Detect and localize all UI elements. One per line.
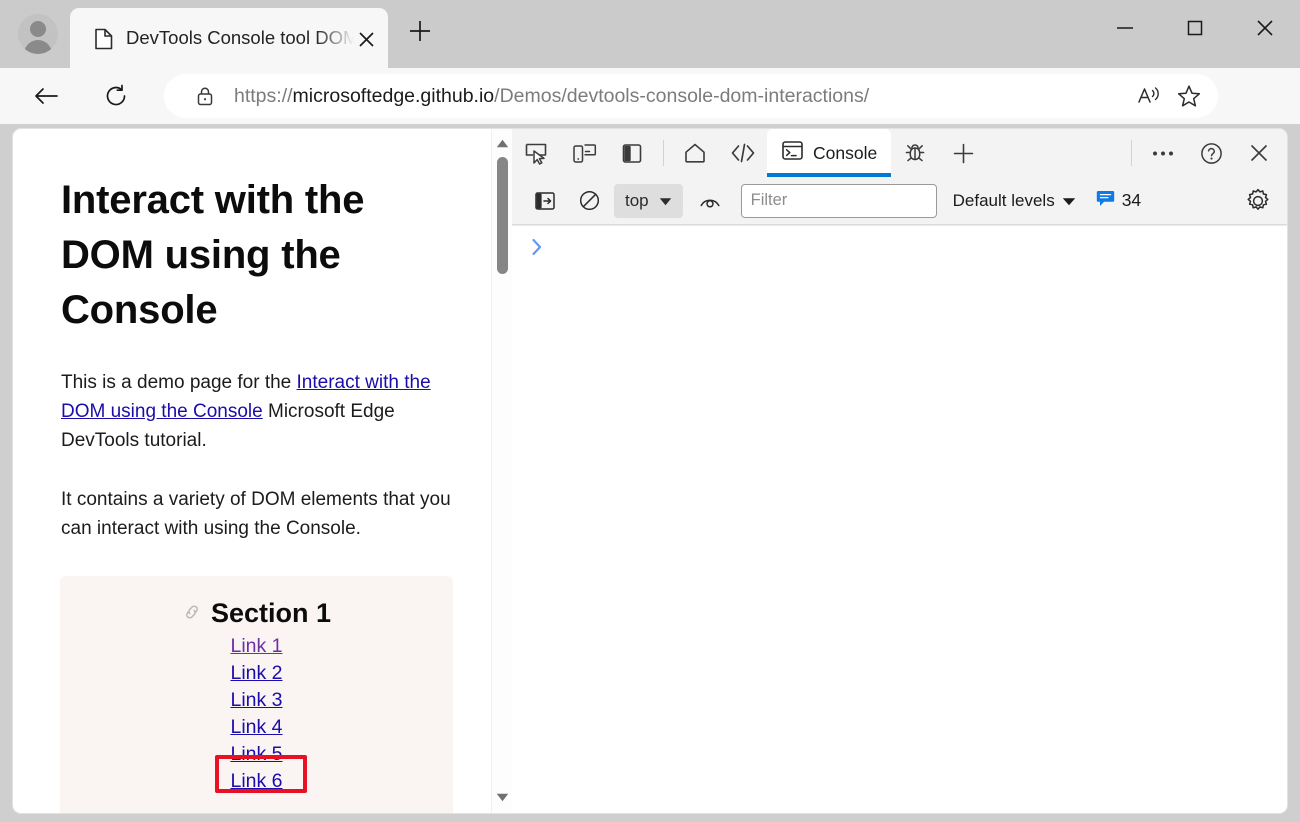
scroll-down-arrow-icon[interactable] [492, 787, 512, 807]
address-input[interactable]: https://microsoftedge.github.io/Demos/de… [164, 74, 1218, 118]
star-icon[interactable] [1172, 79, 1206, 113]
back-button[interactable] [26, 76, 66, 116]
inspect-element-icon[interactable] [516, 133, 556, 173]
devtools-panel: Console top Filter Default levels 34 [512, 128, 1288, 814]
tab-title: DevTools Console tool DOM inte [126, 27, 354, 48]
minimize-button[interactable] [1090, 0, 1160, 56]
avatar [18, 14, 58, 54]
description-paragraph: It contains a variety of DOM elements th… [61, 489, 451, 539]
url-text: https://microsoftedge.github.io/Demos/de… [234, 74, 869, 118]
execution-context-select[interactable]: top [614, 183, 683, 218]
section-link-list: Link 1 Link 2 Link 3 Link 4 Link 5 Link … [60, 633, 453, 795]
page-icon [94, 28, 114, 50]
console-output-area[interactable] [512, 225, 1287, 813]
devtools-toolbar: Console [512, 129, 1287, 177]
list-item[interactable]: Link 3 [230, 687, 282, 714]
log-levels-select[interactable]: Default levels [953, 191, 1076, 211]
url-scheme: https:// [234, 85, 293, 107]
browser-tab[interactable]: DevTools Console tool DOM inte [70, 8, 388, 68]
tab-console-label: Console [813, 142, 878, 163]
dock-side-icon[interactable] [612, 133, 652, 173]
bug-icon[interactable] [895, 133, 935, 173]
reload-icon [106, 84, 126, 106]
message-count-value: 34 [1121, 190, 1142, 210]
message-count-badge[interactable]: 34 [1096, 189, 1141, 212]
console-prompt-caret-icon [530, 237, 544, 262]
read-aloud-icon[interactable] [1132, 79, 1166, 113]
device-emulation-icon[interactable] [564, 133, 604, 173]
intro-text-before: This is a demo page for the [61, 372, 297, 393]
console-settings-button[interactable] [1237, 182, 1279, 220]
section-heading: Section 1 [60, 598, 453, 629]
window-controls [1090, 0, 1300, 56]
list-item[interactable]: Link 4 [230, 714, 282, 741]
new-tab-button[interactable] [399, 10, 441, 52]
toolbar-divider [663, 140, 664, 166]
close-button[interactable] [1230, 0, 1300, 56]
reload-button[interactable] [96, 76, 136, 116]
console-prompt-row[interactable] [530, 237, 552, 262]
more-tools-button[interactable] [943, 133, 983, 173]
list-item[interactable]: Link 2 [230, 660, 282, 687]
scrollbar-thumb[interactable] [497, 157, 508, 274]
help-question-icon[interactable] [1191, 133, 1231, 173]
ellipsis-icon [1153, 151, 1173, 155]
page-title: Interact with the DOM using the Console [61, 178, 365, 332]
tab-console[interactable]: Console [767, 129, 892, 177]
console-sidebar-icon[interactable] [526, 184, 564, 218]
section-title: Section 1 [210, 598, 332, 628]
list-item[interactable]: Link 5 [230, 741, 282, 768]
list-item[interactable]: Link 6 [230, 768, 282, 795]
close-x-icon [1250, 144, 1268, 162]
devtools-close-button[interactable] [1239, 133, 1279, 173]
chevron-down-icon [1062, 191, 1076, 211]
eye-live-expression-icon[interactable] [691, 184, 729, 218]
execution-context-label: top [625, 190, 649, 210]
back-arrow-icon [35, 88, 58, 104]
console-top-divider [512, 225, 1287, 226]
elements-code-icon[interactable] [723, 133, 763, 173]
link-anchor-icon[interactable] [182, 598, 202, 629]
tab-close-button[interactable] [353, 26, 379, 52]
browser-window: DevTools Console tool DOM inte [0, 0, 1300, 822]
log-levels-label: Default levels [952, 190, 1055, 210]
devtools-overflow-button[interactable] [1143, 133, 1183, 173]
lock-icon [194, 85, 216, 107]
console-filter-bar: top Default levels [512, 177, 1287, 225]
page-scrollbar[interactable] [491, 129, 512, 813]
title-bar: DevTools Console tool DOM inte [0, 0, 1300, 68]
console-terminal-icon [781, 139, 804, 167]
clear-console-icon[interactable] [570, 184, 608, 218]
profile-button[interactable] [12, 8, 64, 60]
intro-paragraph: This is a demo page for the Interact wit… [61, 368, 452, 455]
web-page-content: Interact with the DOM using the Console … [13, 129, 500, 813]
omnibox-actions [1132, 79, 1206, 113]
list-item[interactable]: Link 1 [230, 633, 282, 660]
address-bar: https://microsoftedge.github.io/Demos/de… [0, 68, 1300, 168]
gear-icon [1247, 188, 1269, 210]
scroll-up-arrow-icon[interactable] [492, 133, 512, 153]
url-path: /Demos/devtools-console-dom-interactions… [494, 85, 870, 107]
url-host: microsoftedge.github.io [292, 85, 495, 107]
home-icon[interactable] [675, 133, 715, 173]
message-bubble-icon [1096, 189, 1115, 212]
filter-input[interactable] [740, 183, 937, 218]
maximize-button[interactable] [1160, 0, 1230, 56]
page-viewport: Interact with the DOM using the Console … [12, 128, 512, 814]
section-1-card: Section 1 Link 1 Link 2 Link 3 Link 4 Li… [60, 576, 453, 813]
chevron-down-icon [659, 191, 672, 211]
toolbar-divider-right [1131, 140, 1132, 166]
